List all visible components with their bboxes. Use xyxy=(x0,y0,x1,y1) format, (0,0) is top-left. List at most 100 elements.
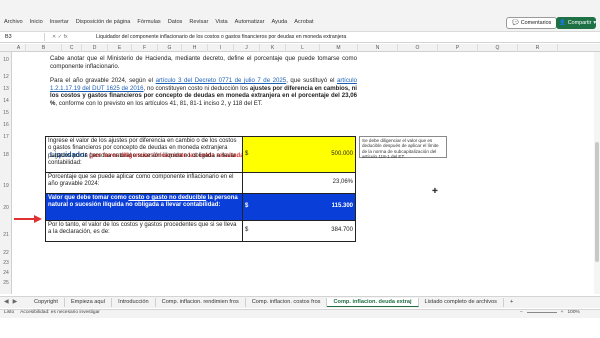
result-value: 115.300 xyxy=(331,203,353,210)
add-sheet-icon[interactable]: + xyxy=(504,298,519,307)
col-header-g[interactable]: G xyxy=(158,44,182,52)
row-header[interactable]: 19 xyxy=(0,183,12,189)
col-header-b[interactable]: B xyxy=(26,44,62,52)
col-header-n[interactable]: N xyxy=(358,44,398,52)
row-header[interactable]: 23 xyxy=(0,260,12,266)
decree-text-4: , conforme con lo previsto en los artícu… xyxy=(55,99,263,107)
col-header-j[interactable]: J xyxy=(234,44,260,52)
menu-disposicion[interactable]: Disposición de página xyxy=(76,19,131,25)
tab-introduccion[interactable]: Introducción xyxy=(112,298,156,307)
decree-paragraph[interactable]: Para el año gravable 2024, según el artí… xyxy=(50,77,357,107)
decree-text-1: Para el año gravable 2024, según el xyxy=(50,77,156,84)
scrollbar-thumb[interactable] xyxy=(595,142,599,262)
deductible-label-cell[interactable]: Por lo tanto, el valor de los costos y g… xyxy=(45,220,243,242)
percentage-label-cell[interactable]: Porcentaje que se puede aplicar como com… xyxy=(45,172,243,194)
row-header[interactable]: 18 xyxy=(0,152,12,158)
menu-insertar[interactable]: Insertar xyxy=(50,19,69,25)
row-header[interactable]: 25 xyxy=(0,280,12,286)
cursor-icon: ✚ xyxy=(432,188,438,195)
percentage-value: 23,06% xyxy=(332,179,353,186)
name-box[interactable]: B3 xyxy=(3,33,45,41)
row-header[interactable]: 14 xyxy=(0,98,12,104)
tab-copyright[interactable]: Copyright xyxy=(28,298,65,307)
col-header-a[interactable]: A xyxy=(12,44,26,52)
menu-ayuda[interactable]: Ayuda xyxy=(272,19,288,25)
tab-nav: ◀ ▶ xyxy=(4,298,17,305)
zoom-slider[interactable] xyxy=(526,312,557,313)
cell-note: Se debe diligenciar el valor que es dedu… xyxy=(359,136,447,159)
decree-text-3: , no constituyen costo ni deducción los xyxy=(143,84,250,92)
zoom-in-icon[interactable]: + xyxy=(561,310,564,315)
accessibility-status[interactable]: Accesibilidad: es necesario investigar xyxy=(20,310,100,315)
row-header[interactable]: 17 xyxy=(0,134,12,140)
fx-icon[interactable]: ✕ ✓ fx xyxy=(52,33,92,41)
row-header[interactable]: 22 xyxy=(0,250,12,256)
tab-deuda[interactable]: Comp. inflacion. deuda extraj xyxy=(327,298,419,307)
menu-acrobat[interactable]: Acrobat xyxy=(294,19,313,25)
col-header-k[interactable]: K xyxy=(260,44,286,52)
row-header[interactable]: 20 xyxy=(0,205,12,211)
result-label-cell[interactable]: Valor que debe tomar como costo o gasto … xyxy=(45,193,243,221)
result-value-cell[interactable]: $ 115.300 xyxy=(242,193,356,221)
tab-next-icon[interactable]: ▶ xyxy=(13,298,18,305)
row-header[interactable]: 24 xyxy=(0,270,12,276)
col-header-h[interactable]: H xyxy=(182,44,208,52)
result-link[interactable]: costo o gasto no deducible xyxy=(128,195,206,201)
deductible-value: 384.700 xyxy=(331,227,353,234)
menu-formulas[interactable]: Fórmulas xyxy=(137,19,160,25)
result-currency: $ xyxy=(245,203,249,210)
tab-empieza[interactable]: Empieza aquí xyxy=(65,298,113,307)
percentage-value-cell[interactable]: 23,06% xyxy=(242,172,356,194)
col-header-f[interactable]: F xyxy=(132,44,158,52)
share-icon: 👤 xyxy=(559,20,566,26)
col-header-m[interactable]: M xyxy=(320,44,358,52)
input-value-cell[interactable]: $ 500.000 xyxy=(242,136,356,173)
row-header[interactable]: 21 xyxy=(0,232,12,238)
decree-link[interactable]: artículo 3 del Decreto 0771 de julio 7 d… xyxy=(156,77,287,84)
row-header[interactable]: 10 xyxy=(0,57,12,63)
tab-listado[interactable]: Listado completo de archivos xyxy=(419,298,504,307)
input-value: 500.000 xyxy=(331,150,353,157)
input-currency: $ xyxy=(245,150,249,157)
comments-label: Comentarios xyxy=(520,20,552,26)
col-header-e[interactable]: E xyxy=(108,44,132,52)
ribbon-menu: Archivo Inicio Insertar Disposición de p… xyxy=(4,19,314,25)
row-header[interactable]: 13 xyxy=(0,86,12,92)
deductible-value-cell[interactable]: $ 384.700 xyxy=(242,220,356,242)
col-header-c[interactable]: C xyxy=(62,44,82,52)
tab-costos[interactable]: Comp. inflacion. costos fros xyxy=(246,298,328,307)
col-header-d[interactable]: D xyxy=(82,44,108,52)
col-header-o[interactable]: O xyxy=(398,44,438,52)
menu-automatizar[interactable]: Automatizar xyxy=(235,19,265,25)
status-left: Listo Accesibilidad: es necesario invest… xyxy=(4,310,100,315)
tab-rendimien[interactable]: Comp. inflacion. rendimien fros xyxy=(156,298,246,307)
row-header[interactable]: 15 xyxy=(0,110,12,116)
col-header-l[interactable]: L xyxy=(286,44,320,52)
tab-prev-icon[interactable]: ◀ xyxy=(4,298,9,305)
chevron-down-icon: ▾ xyxy=(593,20,597,26)
menu-revisar[interactable]: Revisar xyxy=(189,19,208,25)
col-header-p[interactable]: P xyxy=(438,44,478,52)
zoom-level[interactable]: 100% xyxy=(567,310,579,315)
comment-icon: 💬 xyxy=(512,20,519,26)
menu-vista[interactable]: Vista xyxy=(215,19,227,25)
menu-archivo[interactable]: Archivo xyxy=(4,19,23,25)
sheet-tabs: Copyright Empieza aquí Introducción Comp… xyxy=(28,298,519,307)
deductible-currency: $ xyxy=(245,227,249,234)
menu-datos[interactable]: Datos xyxy=(168,19,183,25)
decree-text-2: , que sustituyó el xyxy=(286,77,338,84)
col-header-q[interactable]: Q xyxy=(478,44,518,52)
comments-button[interactable]: 💬 Comentarios xyxy=(506,17,558,29)
zoom-out-icon[interactable]: – xyxy=(520,310,523,315)
col-header-i[interactable]: I xyxy=(208,44,234,52)
col-header-r[interactable]: R xyxy=(518,44,558,52)
row-header[interactable]: 16 xyxy=(0,122,12,128)
menu-inicio[interactable]: Inicio xyxy=(30,19,43,25)
vertical-scrollbar[interactable] xyxy=(594,52,600,294)
input-label-cell[interactable]: Ingrese el valor de los ajustes por dife… xyxy=(45,136,243,173)
status-mode: Listo xyxy=(4,310,15,315)
intro-paragraph[interactable]: Cabe anotar que el Ministerio de Haciend… xyxy=(50,55,357,70)
share-button[interactable]: 👤 Compartir ▾ xyxy=(556,17,596,29)
row-header[interactable]: 12 xyxy=(0,74,12,80)
formula-input[interactable]: Liquidador del componente inflacionario … xyxy=(96,33,556,41)
